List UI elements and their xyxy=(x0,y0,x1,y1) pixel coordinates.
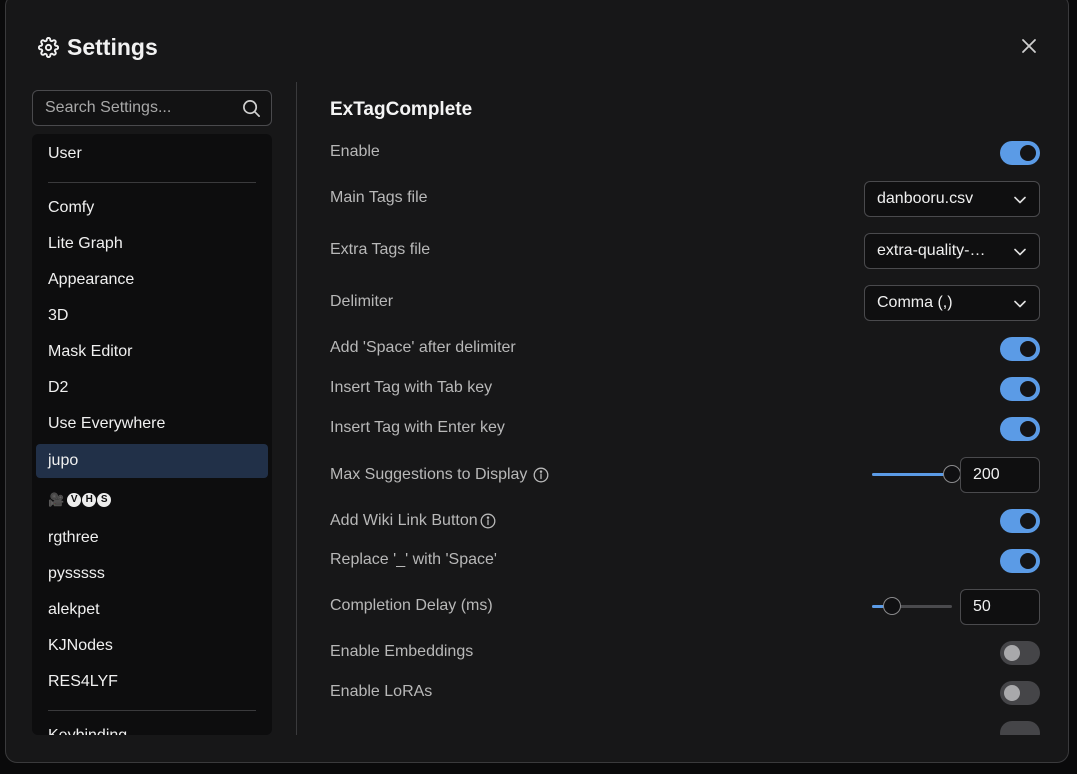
setting-label-insert-enter: Insert Tag with Enter key xyxy=(330,419,505,436)
badge-v: V xyxy=(67,493,82,507)
sidebar-separator xyxy=(48,182,256,183)
setting-label-replace-underscore: Replace '_' with 'Space' xyxy=(330,551,497,568)
slider-thumb[interactable] xyxy=(943,465,961,483)
toggle-knob xyxy=(1020,145,1036,161)
chevron-down-icon xyxy=(1013,297,1027,316)
setting-label-max-suggestions: Max Suggestions to Display xyxy=(330,466,549,484)
max-suggestions-label-text: Max Suggestions to Display xyxy=(330,466,528,483)
insert-enter-toggle[interactable] xyxy=(1000,417,1040,441)
enable-embeddings-toggle[interactable] xyxy=(1000,641,1040,665)
sidebar-item-kjnodes[interactable]: KJNodes xyxy=(36,629,268,663)
replace-underscore-toggle[interactable] xyxy=(1000,549,1040,573)
scroll-clip xyxy=(296,735,1056,745)
setting-label-completion-delay: Completion Delay (ms) xyxy=(330,597,493,614)
toggle-knob xyxy=(1020,553,1036,569)
sidebar-item-pysssss[interactable]: pysssss xyxy=(36,557,268,591)
setting-label-wiki-link: Add Wiki Link Button xyxy=(330,512,496,530)
chevron-down-icon xyxy=(1013,193,1027,212)
max-suggestions-slider[interactable] xyxy=(872,465,961,483)
badge-h: H xyxy=(82,493,97,507)
sidebar: User Comfy Lite Graph Appearance 3D Mask… xyxy=(32,134,272,735)
setting-label-delimiter: Delimiter xyxy=(330,293,394,310)
sidebar-item-res4lyf[interactable]: RES4LYF xyxy=(36,665,268,699)
extra-tags-file-value: extra-quality-… xyxy=(877,242,986,259)
extra-tags-file-select[interactable]: extra-quality-… xyxy=(864,233,1040,269)
setting-label-extra-tags-file: Extra Tags file xyxy=(330,241,431,258)
toggle-knob xyxy=(1004,685,1020,701)
insert-tab-toggle[interactable] xyxy=(1000,377,1040,401)
setting-label-insert-tab: Insert Tag with Tab key xyxy=(330,379,493,396)
wiki-link-label-text: Add Wiki Link Button xyxy=(330,512,478,529)
max-suggestions-input[interactable]: 200 xyxy=(960,457,1040,493)
enable-toggle[interactable] xyxy=(1000,141,1040,165)
sidebar-item-jupo[interactable]: jupo xyxy=(36,444,268,478)
toggle-knob xyxy=(1020,513,1036,529)
panel-divider xyxy=(296,82,297,742)
slider-thumb[interactable] xyxy=(883,597,901,615)
setting-label-enable-embeddings: Enable Embeddings xyxy=(330,643,474,660)
search-box[interactable] xyxy=(32,90,272,126)
setting-label-add-space: Add 'Space' after delimiter xyxy=(330,339,516,356)
sidebar-item-d2[interactable]: D2 xyxy=(36,371,268,405)
section-title: ExTagComplete xyxy=(330,99,473,120)
search-icon[interactable] xyxy=(242,99,261,123)
sidebar-item-comfy[interactable]: Comfy xyxy=(36,191,268,225)
sidebar-item-use-everywhere[interactable]: Use Everywhere xyxy=(36,407,268,441)
sidebar-item-keybinding[interactable]: Keybinding xyxy=(36,719,268,735)
toggle-knob xyxy=(1020,341,1036,357)
info-icon[interactable] xyxy=(480,513,496,529)
toggle-knob xyxy=(1004,645,1020,661)
sidebar-item-3d[interactable]: 3D xyxy=(36,299,268,333)
enable-loras-toggle[interactable] xyxy=(1000,681,1040,705)
video-camera-icon: 🎥 xyxy=(48,492,65,507)
chevron-down-icon xyxy=(1013,245,1027,264)
sidebar-item-mask-editor[interactable]: Mask Editor xyxy=(36,335,268,369)
setting-label-main-tags-file: Main Tags file xyxy=(330,189,428,206)
main-tags-file-value: danbooru.csv xyxy=(877,190,974,207)
dialog-title: Settings xyxy=(67,34,158,60)
delimiter-select[interactable]: Comma (,) xyxy=(864,285,1040,321)
badge-s: S xyxy=(97,493,112,507)
slider-fill xyxy=(872,473,952,476)
sidebar-item-lite-graph[interactable]: Lite Graph xyxy=(36,227,268,261)
clipped-next-toggle xyxy=(1000,721,1040,735)
close-icon xyxy=(1021,38,1037,59)
delimiter-value: Comma (,) xyxy=(877,294,953,311)
wiki-link-toggle[interactable] xyxy=(1000,509,1040,533)
sidebar-item-vhs[interactable]: 🎥 V H S xyxy=(36,483,268,517)
add-space-toggle[interactable] xyxy=(1000,337,1040,361)
completion-delay-input[interactable]: 50 xyxy=(960,589,1040,625)
search-input[interactable] xyxy=(33,98,237,118)
completion-delay-slider[interactable] xyxy=(872,597,952,615)
sidebar-item-appearance[interactable]: Appearance xyxy=(36,263,268,297)
toggle-knob xyxy=(1020,421,1036,437)
info-icon[interactable] xyxy=(533,467,549,483)
main-tags-file-select[interactable]: danbooru.csv xyxy=(864,181,1040,217)
sidebar-separator xyxy=(48,710,256,711)
setting-label-enable: Enable xyxy=(330,143,380,160)
toggle-knob xyxy=(1020,381,1036,397)
sidebar-item-rgthree[interactable]: rgthree xyxy=(36,521,268,555)
vhs-label: 🎥 V H S xyxy=(48,483,268,517)
sidebar-item-alekpet[interactable]: alekpet xyxy=(36,593,268,627)
gear-icon xyxy=(38,37,59,58)
close-button[interactable] xyxy=(1019,38,1039,58)
setting-label-enable-loras: Enable LoRAs xyxy=(330,683,433,700)
dialog-header: Settings xyxy=(38,34,158,61)
sidebar-item-user[interactable]: User xyxy=(36,137,268,171)
